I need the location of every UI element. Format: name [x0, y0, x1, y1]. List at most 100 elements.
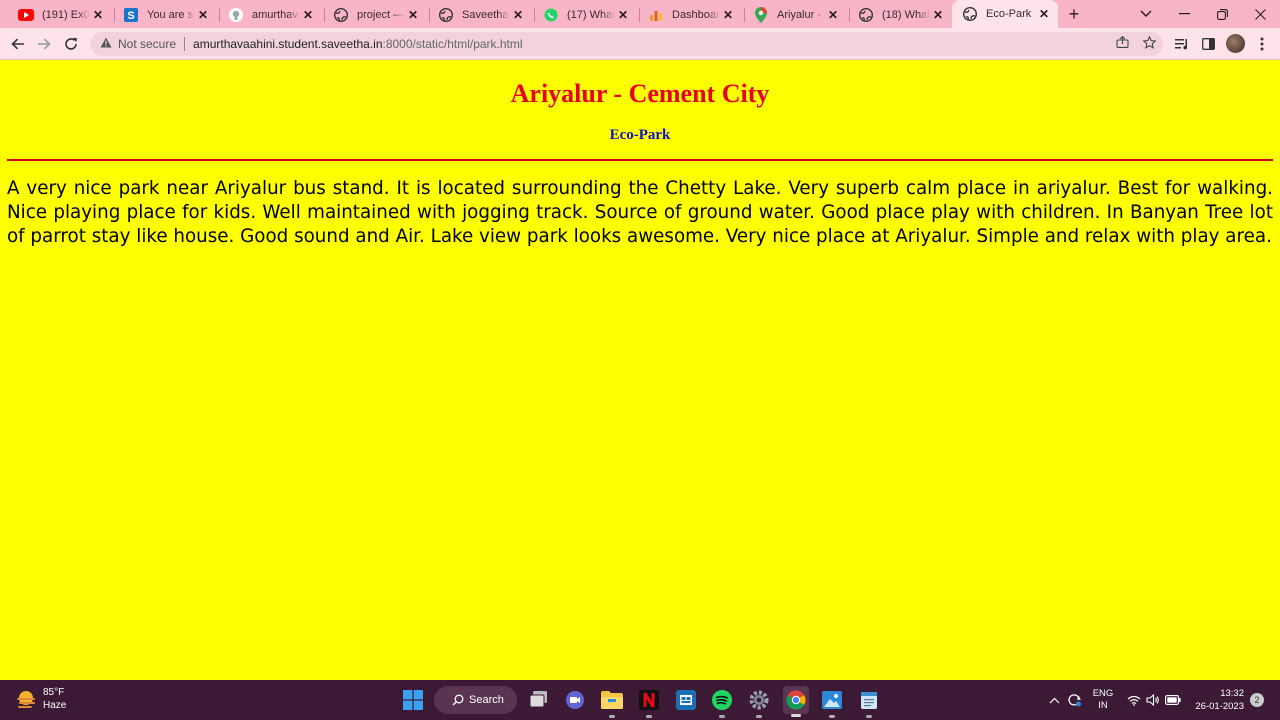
- close-icon[interactable]: ✕: [1036, 6, 1052, 22]
- restore-icon[interactable]: [1203, 0, 1241, 28]
- tab-github[interactable]: amurthavaa ✕: [218, 2, 322, 28]
- tab-whatsapp-2[interactable]: (18) Whats ✕: [848, 2, 952, 28]
- close-icon[interactable]: ✕: [300, 7, 316, 23]
- weather-widget[interactable]: 85°F Haze: [14, 686, 66, 712]
- tab-dashboard[interactable]: Dashboard ✕: [638, 2, 742, 28]
- search-label: Search: [469, 694, 504, 706]
- page-subtitle: Eco-Park: [609, 127, 671, 143]
- s-brand-icon: S: [123, 7, 139, 23]
- horizontal-rule: [7, 159, 1273, 161]
- store-icon[interactable]: [674, 688, 698, 712]
- file-explorer-icon[interactable]: [600, 688, 624, 718]
- share-icon[interactable]: [1112, 32, 1132, 52]
- bookmark-star-icon[interactable]: [1139, 32, 1159, 52]
- running-indicator: [866, 715, 872, 718]
- tab-title: amurthavaa: [252, 9, 300, 21]
- back-arrow-icon[interactable]: [6, 32, 30, 56]
- battery-icon[interactable]: [1165, 692, 1181, 708]
- side-panel-icon[interactable]: [1198, 34, 1218, 54]
- clock-date: 26-01-2023: [1195, 701, 1244, 712]
- browser-toolbar: Not secure amurthavaahini.student.saveet…: [0, 28, 1280, 60]
- tab-whatsapp[interactable]: (17) Whats ✕: [533, 2, 637, 28]
- dashboard-icon: [648, 7, 664, 23]
- tab-eco-park[interactable]: Eco-Park ✕: [952, 0, 1058, 28]
- active-indicator: [791, 714, 801, 717]
- globe-icon: [962, 6, 978, 22]
- close-icon[interactable]: ✕: [930, 7, 946, 23]
- haze-weather-icon: [14, 687, 38, 711]
- running-indicator: [646, 715, 652, 718]
- netflix-icon[interactable]: [637, 688, 661, 718]
- close-icon[interactable]: ✕: [825, 7, 841, 23]
- address-bar[interactable]: Not secure amurthavaahini.student.saveet…: [90, 32, 1163, 56]
- tab-saveetha[interactable]: Saveetha Er ✕: [428, 2, 532, 28]
- kebab-menu-icon[interactable]: [1252, 34, 1272, 54]
- tab-signin[interactable]: S You are sign ✕: [113, 2, 217, 28]
- url-path: :8000/static/html/park.html: [382, 37, 523, 51]
- media-playlist-icon[interactable]: [1172, 34, 1192, 54]
- language-indicator[interactable]: ENG IN: [1092, 688, 1114, 712]
- whatsapp-icon: [543, 7, 559, 23]
- settings-icon[interactable]: [747, 688, 771, 718]
- tab-maps[interactable]: Ariyalur - G ✕: [743, 2, 847, 28]
- youtube-icon: [18, 7, 34, 23]
- reload-icon[interactable]: [59, 32, 83, 56]
- tab-title: Saveetha Er: [462, 9, 510, 21]
- security-label[interactable]: Not secure: [118, 37, 176, 51]
- notification-badge[interactable]: 2: [1250, 693, 1264, 707]
- weather-condition: Haze: [43, 700, 67, 711]
- close-icon[interactable]: ✕: [510, 7, 526, 23]
- address-divider: [184, 37, 186, 51]
- globe-icon: [438, 7, 454, 23]
- notepad-icon[interactable]: [857, 688, 881, 718]
- running-indicator: [609, 715, 615, 718]
- globe-icon: [333, 7, 349, 23]
- wifi-icon[interactable]: [1126, 692, 1142, 708]
- task-view-icon[interactable]: [527, 688, 551, 712]
- page-viewport: Ariyalur - Cement City Eco-Park A very n…: [0, 60, 1280, 680]
- photos-icon[interactable]: [820, 688, 844, 718]
- search-icon: [452, 694, 464, 706]
- language-code: ENG: [1092, 688, 1114, 699]
- chevron-up-icon[interactable]: [1046, 692, 1062, 708]
- running-indicator: [829, 715, 835, 718]
- chrome-icon[interactable]: [783, 686, 809, 717]
- volume-icon[interactable]: [1145, 692, 1161, 708]
- tab-project[interactable]: project — T ✕: [323, 2, 427, 28]
- tab-youtube[interactable]: (191) Ex04 I ✕: [8, 2, 112, 28]
- system-clock[interactable]: 13:32 26-01-2023: [1190, 687, 1244, 713]
- maps-pin-icon: [753, 7, 769, 23]
- tab-title: (17) Whats: [567, 9, 615, 21]
- spotify-icon[interactable]: [710, 688, 734, 718]
- clock-time: 13:32: [1220, 688, 1244, 699]
- taskbar-search[interactable]: Search: [434, 686, 517, 714]
- close-icon[interactable]: ✕: [90, 7, 106, 23]
- close-icon[interactable]: ✕: [615, 7, 631, 23]
- warning-triangle-icon: [100, 37, 112, 51]
- page-title: Ariyalur - Cement City: [510, 79, 770, 108]
- park-description: A very nice park near Ariyalur bus stand…: [7, 178, 1273, 247]
- tab-title: Dashboard: [672, 9, 720, 21]
- tab-title: (191) Ex04 I: [42, 9, 90, 21]
- tab-title: Eco-Park: [986, 8, 1032, 20]
- close-icon[interactable]: ✕: [405, 7, 421, 23]
- tab-strip: (191) Ex04 I ✕ S You are sign ✕ amurthav…: [0, 0, 1280, 28]
- onedrive-sync-icon[interactable]: [1066, 692, 1082, 708]
- windows-start-icon[interactable]: [401, 688, 425, 712]
- close-window-icon[interactable]: [1241, 0, 1279, 28]
- profile-avatar[interactable]: [1226, 34, 1245, 53]
- tab-title: You are sign: [147, 9, 195, 21]
- forward-arrow-icon[interactable]: [32, 32, 56, 56]
- teams-chat-icon[interactable]: [563, 688, 587, 712]
- close-icon[interactable]: ✕: [720, 7, 736, 23]
- new-tab-button[interactable]: +: [1064, 4, 1084, 24]
- tab-search-chevron-icon[interactable]: [1127, 0, 1165, 28]
- region-code: IN: [1098, 700, 1108, 711]
- tab-title: (18) Whats: [882, 9, 930, 21]
- windows-taskbar: 85°F Haze Search ENG IN 13:32 26-01-2023…: [0, 680, 1280, 720]
- close-icon[interactable]: ✕: [195, 7, 211, 23]
- minimize-icon[interactable]: [1165, 0, 1203, 28]
- running-indicator: [756, 715, 762, 718]
- weather-temp: 85°F: [43, 687, 65, 698]
- github-icon: [228, 7, 244, 23]
